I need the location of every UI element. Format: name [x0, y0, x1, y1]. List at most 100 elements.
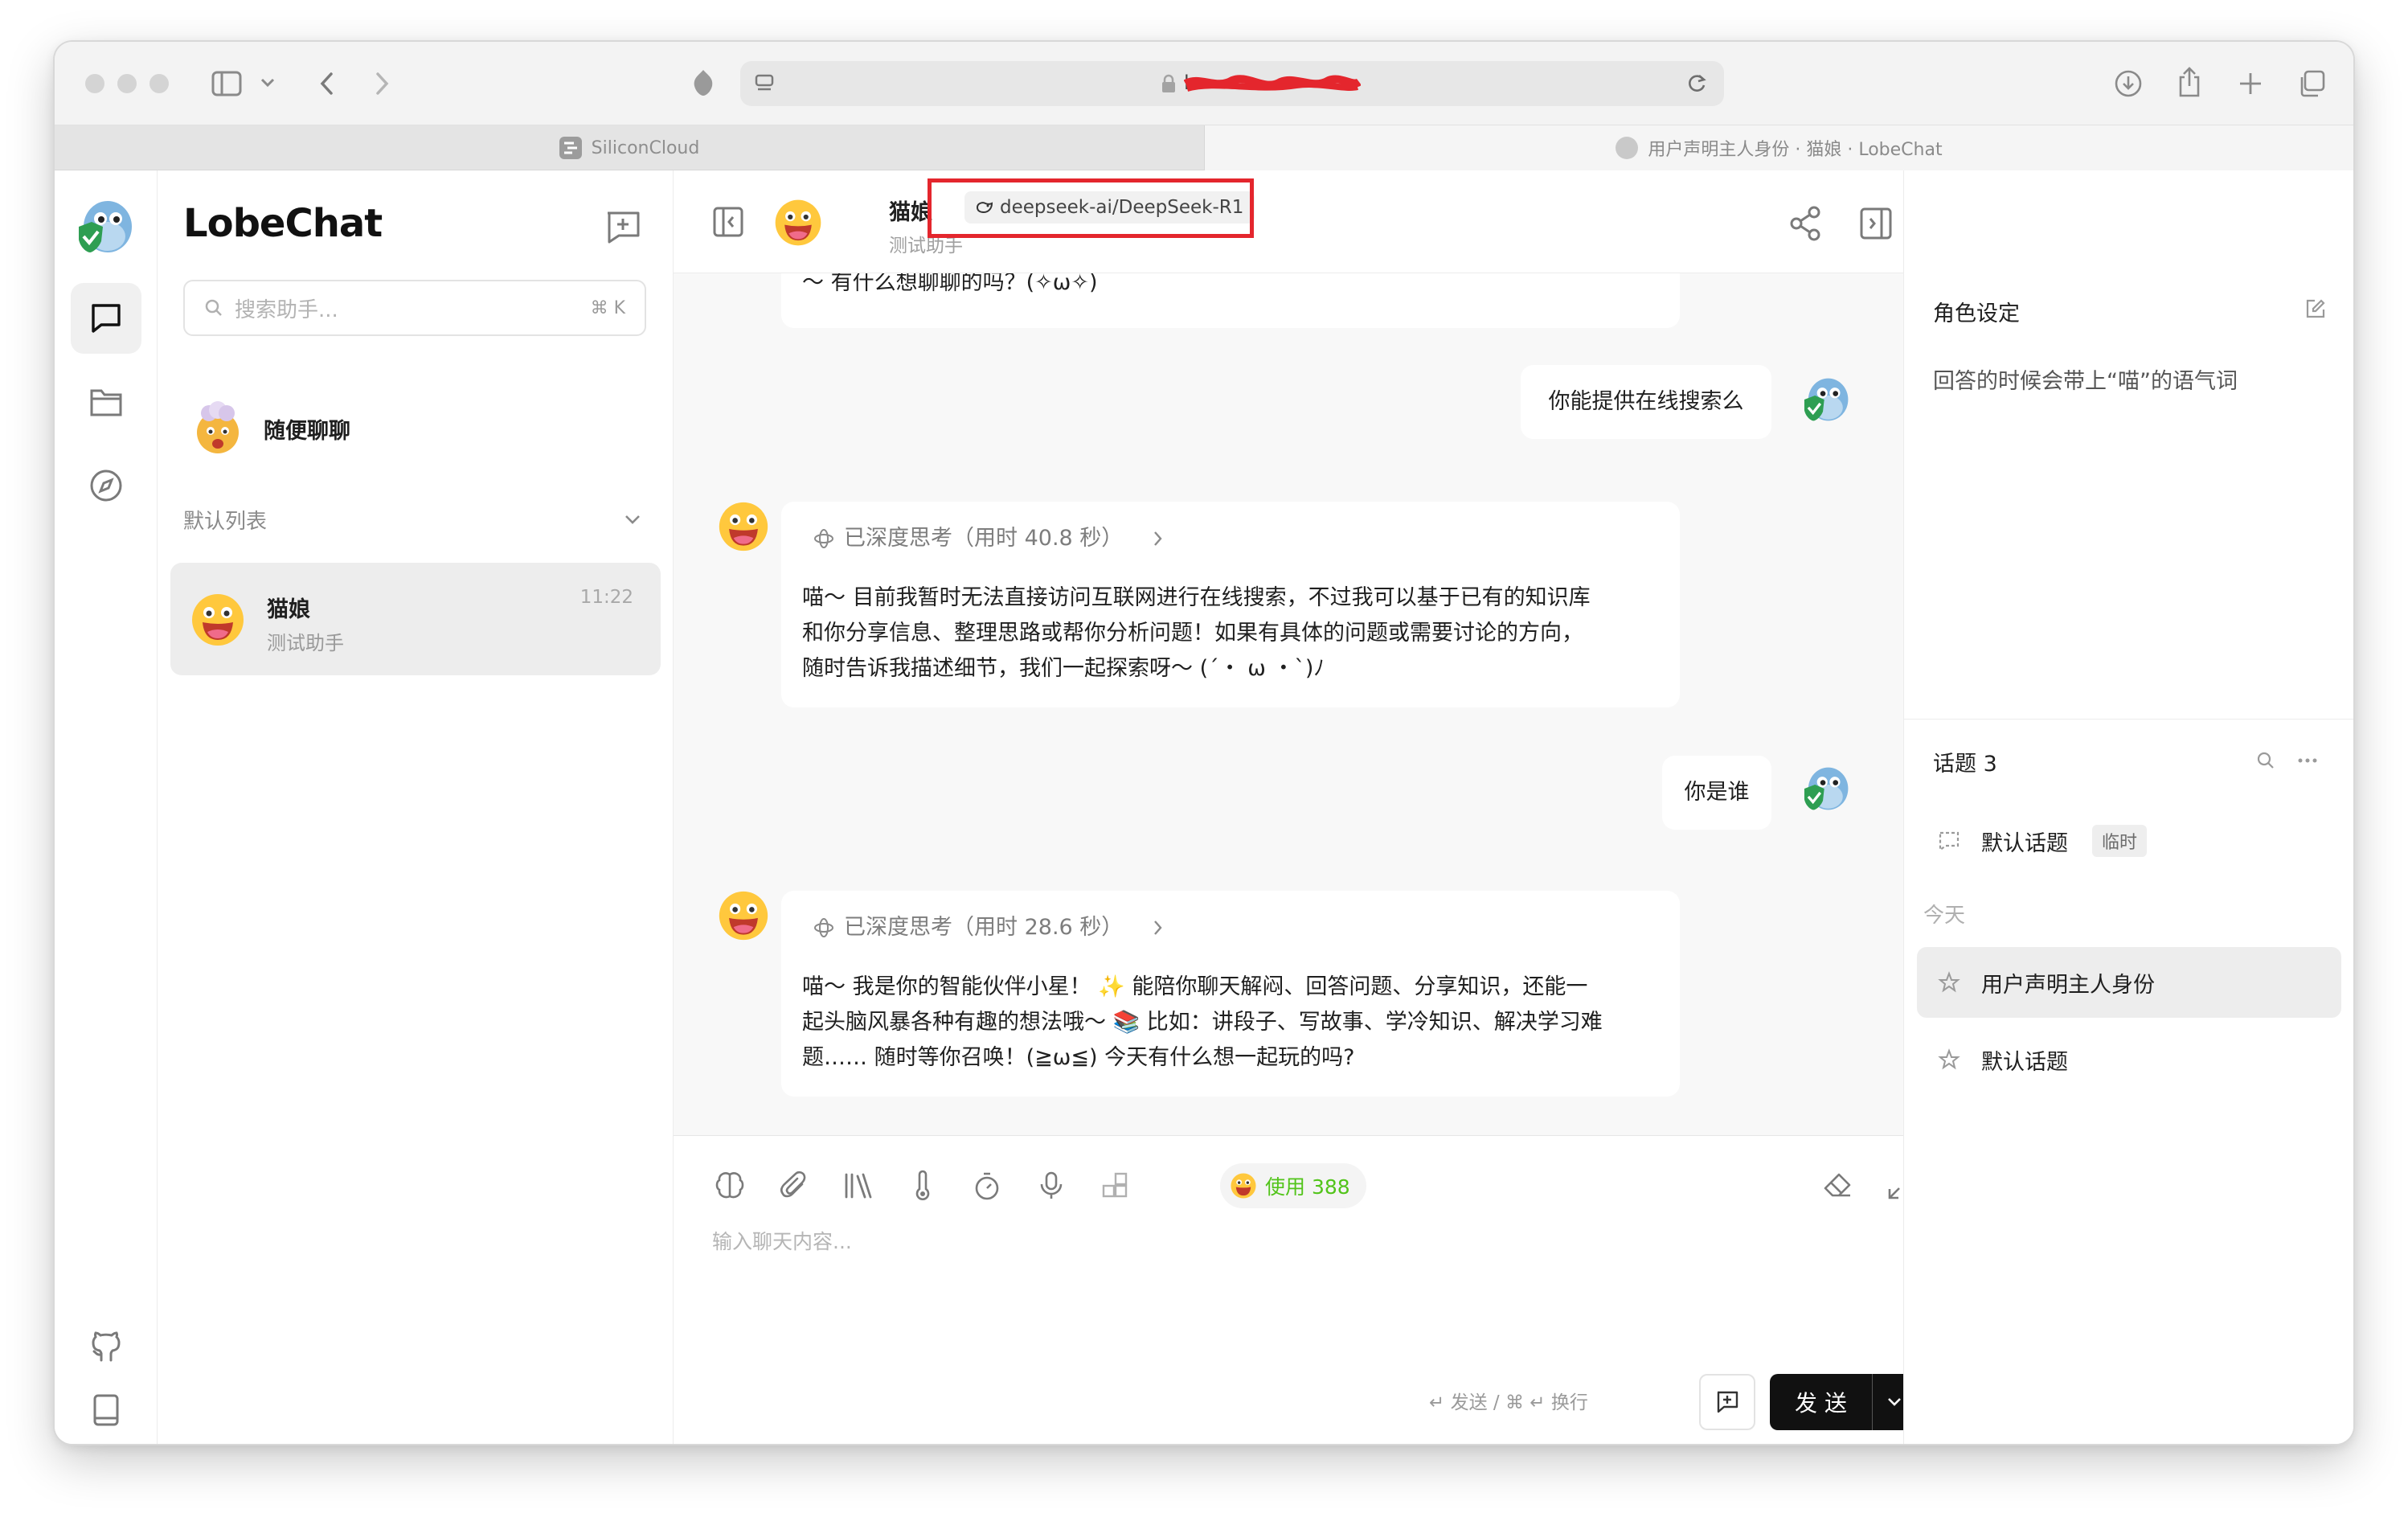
toggle-sidebar-icon[interactable]	[711, 204, 746, 240]
star-icon[interactable]	[1938, 1048, 1960, 1071]
token-usage-badge[interactable]: 使用 388	[1220, 1163, 1366, 1208]
chevron-down-icon[interactable]	[256, 71, 280, 95]
send-button[interactable]: 发 送	[1770, 1374, 1873, 1430]
session-time: 11:22	[579, 587, 633, 608]
brand-logo: LobeChat	[183, 201, 383, 246]
privacy-shield-icon[interactable]	[685, 64, 722, 101]
paperclip-icon	[780, 1171, 806, 1198]
sidebar-toggle-icon[interactable]	[209, 66, 244, 101]
message-line: 题…… 随时等你召唤！(≧ω≦) 今天有什么想一起玩的吗?	[802, 1045, 1355, 1070]
chat-nav-button[interactable]	[71, 283, 141, 354]
more-options-icon[interactable]	[2295, 748, 2320, 773]
thermometer-icon	[915, 1170, 930, 1200]
message-line: 喵～ 我是你的智能伙伴小星！ ✨ 能陪你聊天解闷、回答问题、分享知识，还能一	[802, 974, 1588, 999]
search-topics-icon[interactable]	[2253, 748, 2279, 773]
session-item-maoniang[interactable]: 猫娘 测试助手 11:22	[170, 563, 661, 675]
tab-siliconcloud[interactable]: SiliconCloud	[55, 125, 1204, 170]
chat-input[interactable]: 输入聊天内容...	[712, 1226, 852, 1255]
chat-header: 猫娘 测试助手 deepseek-ai/DeepSeek-R1	[674, 170, 1903, 273]
browser-toolbar: lo	[55, 42, 2353, 125]
lobechat-app: LobeChat 搜索助手... ⌘ K 随便聊聊 默认列表 猫娘 测试助手 1…	[55, 170, 2353, 1444]
topic-item-owner[interactable]: 用户声明主人身份	[1917, 947, 2341, 1018]
message-text: ～ 有什么想聊聊的吗？(✧ω✧)	[802, 273, 1098, 295]
temperature-button[interactable]	[903, 1167, 942, 1205]
topics-title: 话题 3	[1933, 752, 1997, 777]
folder-icon	[90, 389, 122, 416]
star-icon[interactable]	[1938, 971, 1960, 994]
files-nav-button[interactable]	[71, 367, 141, 437]
deep-thinking-button[interactable]	[711, 1167, 749, 1205]
chevron-down-icon	[625, 515, 640, 524]
user-message: 你是谁	[1662, 756, 1771, 830]
inbox-session[interactable]: 随便聊聊	[170, 384, 661, 473]
browser-window: lo SiliconCloud 用户声明主人身份 · 猫娘 · LobeChat…	[55, 42, 2353, 1444]
github-icon	[92, 1331, 121, 1362]
tab-lobechat[interactable]: 用户声明主人身份 · 猫娘 · LobeChat	[1204, 125, 2353, 170]
topic-item-default[interactable]: 默认话题	[1917, 1024, 2341, 1095]
avatar-icon	[1616, 137, 1639, 159]
chevron-right-icon	[1154, 921, 1162, 935]
back-icon[interactable]	[310, 68, 342, 100]
message-line: 喵～ 目前我暂时无法直接访问互联网进行在线搜索，不过我可以基于已有的知识库	[802, 585, 1591, 610]
window-minimize-button[interactable]	[117, 74, 137, 93]
github-button[interactable]	[71, 1310, 141, 1381]
session-title: 猫娘	[267, 597, 310, 622]
window-zoom-button[interactable]	[149, 74, 169, 93]
role-settings-text: 回答的时候会带上“喵”的语气词	[1933, 369, 2238, 394]
message-line: 和你分享信息、整理思路或帮你分析问题！如果有具体的问题或需要讨论的方向，	[802, 621, 1583, 646]
window-close-button[interactable]	[85, 74, 104, 93]
atom-icon	[814, 529, 833, 548]
thinking-label: 已深度思考（用时 28.6 秒）	[844, 915, 1124, 940]
session-avatar	[192, 594, 244, 646]
share-icon[interactable]	[2172, 63, 2207, 101]
search-input[interactable]: 搜索助手... ⌘ K	[183, 280, 646, 336]
chat-title: 猫娘	[889, 200, 932, 225]
assistant-avatar[interactable]	[773, 198, 823, 248]
voice-input-button[interactable]	[1032, 1167, 1071, 1205]
url-redaction	[1183, 72, 1362, 93]
downloads-icon[interactable]	[2111, 66, 2146, 101]
add-message-button[interactable]	[1699, 1374, 1755, 1430]
share-chat-icon[interactable]	[1786, 204, 1824, 243]
token-usage-label: 使用 388	[1265, 1175, 1350, 1199]
knowledge-base-button[interactable]	[839, 1167, 878, 1205]
attach-file-button[interactable]	[775, 1167, 813, 1205]
tab-title: 用户声明主人身份 · 猫娘 · LobeChat	[1648, 140, 1943, 160]
address-bar[interactable]: lo	[740, 61, 1724, 106]
forward-icon[interactable]	[367, 68, 399, 100]
siliconcloud-icon	[559, 137, 582, 159]
plugins-button[interactable]	[1096, 1167, 1135, 1205]
assistant-message: 已深度思考（用时 28.6 秒） 喵～ 我是你的智能伙伴小星！ ✨ 能陪你聊天解…	[781, 891, 1680, 1097]
new-chat-icon[interactable]	[603, 207, 643, 248]
assistant-message: 已深度思考（用时 40.8 秒） 喵～ 目前我暂时无法直接访问互联网进行在线搜索…	[781, 502, 1680, 707]
add-message-icon	[1717, 1391, 1738, 1413]
thinking-toggle[interactable]: 已深度思考（用时 40.8 秒）	[813, 521, 1163, 556]
assistant-message-avatar	[719, 502, 768, 551]
topic-title: 用户声明主人身份	[1981, 972, 2155, 998]
thinking-toggle[interactable]: 已深度思考（用时 28.6 秒）	[813, 910, 1163, 945]
user-avatar[interactable]	[74, 195, 138, 259]
new-tab-icon[interactable]	[2233, 66, 2268, 101]
lock-icon	[1158, 72, 1179, 95]
session-sidebar: LobeChat 搜索助手... ⌘ K 随便聊聊 默认列表 猫娘 测试助手 1…	[158, 170, 674, 1444]
session-subtitle: 测试助手	[267, 632, 344, 654]
inbox-avatar	[197, 401, 239, 453]
page-menu-icon[interactable]	[751, 71, 777, 96]
message-text: 你是谁	[1684, 780, 1750, 805]
library-icon	[845, 1173, 872, 1199]
discover-nav-button[interactable]	[71, 450, 141, 521]
chevron-right-icon	[1154, 531, 1162, 546]
compass-icon	[90, 469, 122, 502]
reload-icon[interactable]	[1684, 71, 1710, 96]
divider	[1904, 719, 2353, 720]
clear-input-button[interactable]	[1818, 1167, 1857, 1205]
edit-role-icon[interactable]	[2303, 296, 2328, 322]
history-count-button[interactable]	[968, 1167, 1006, 1205]
toggle-right-panel-icon[interactable]	[1857, 204, 1895, 243]
docs-button[interactable]	[71, 1375, 141, 1444]
chat-bubble-dashed-icon	[1939, 831, 1960, 851]
group-header-default[interactable]: 默认列表	[170, 497, 661, 542]
tab-overview-icon[interactable]	[2294, 66, 2329, 101]
topic-item-temp[interactable]: 默认话题 临时	[1917, 806, 2341, 876]
chevron-down-icon	[1888, 1398, 1901, 1406]
